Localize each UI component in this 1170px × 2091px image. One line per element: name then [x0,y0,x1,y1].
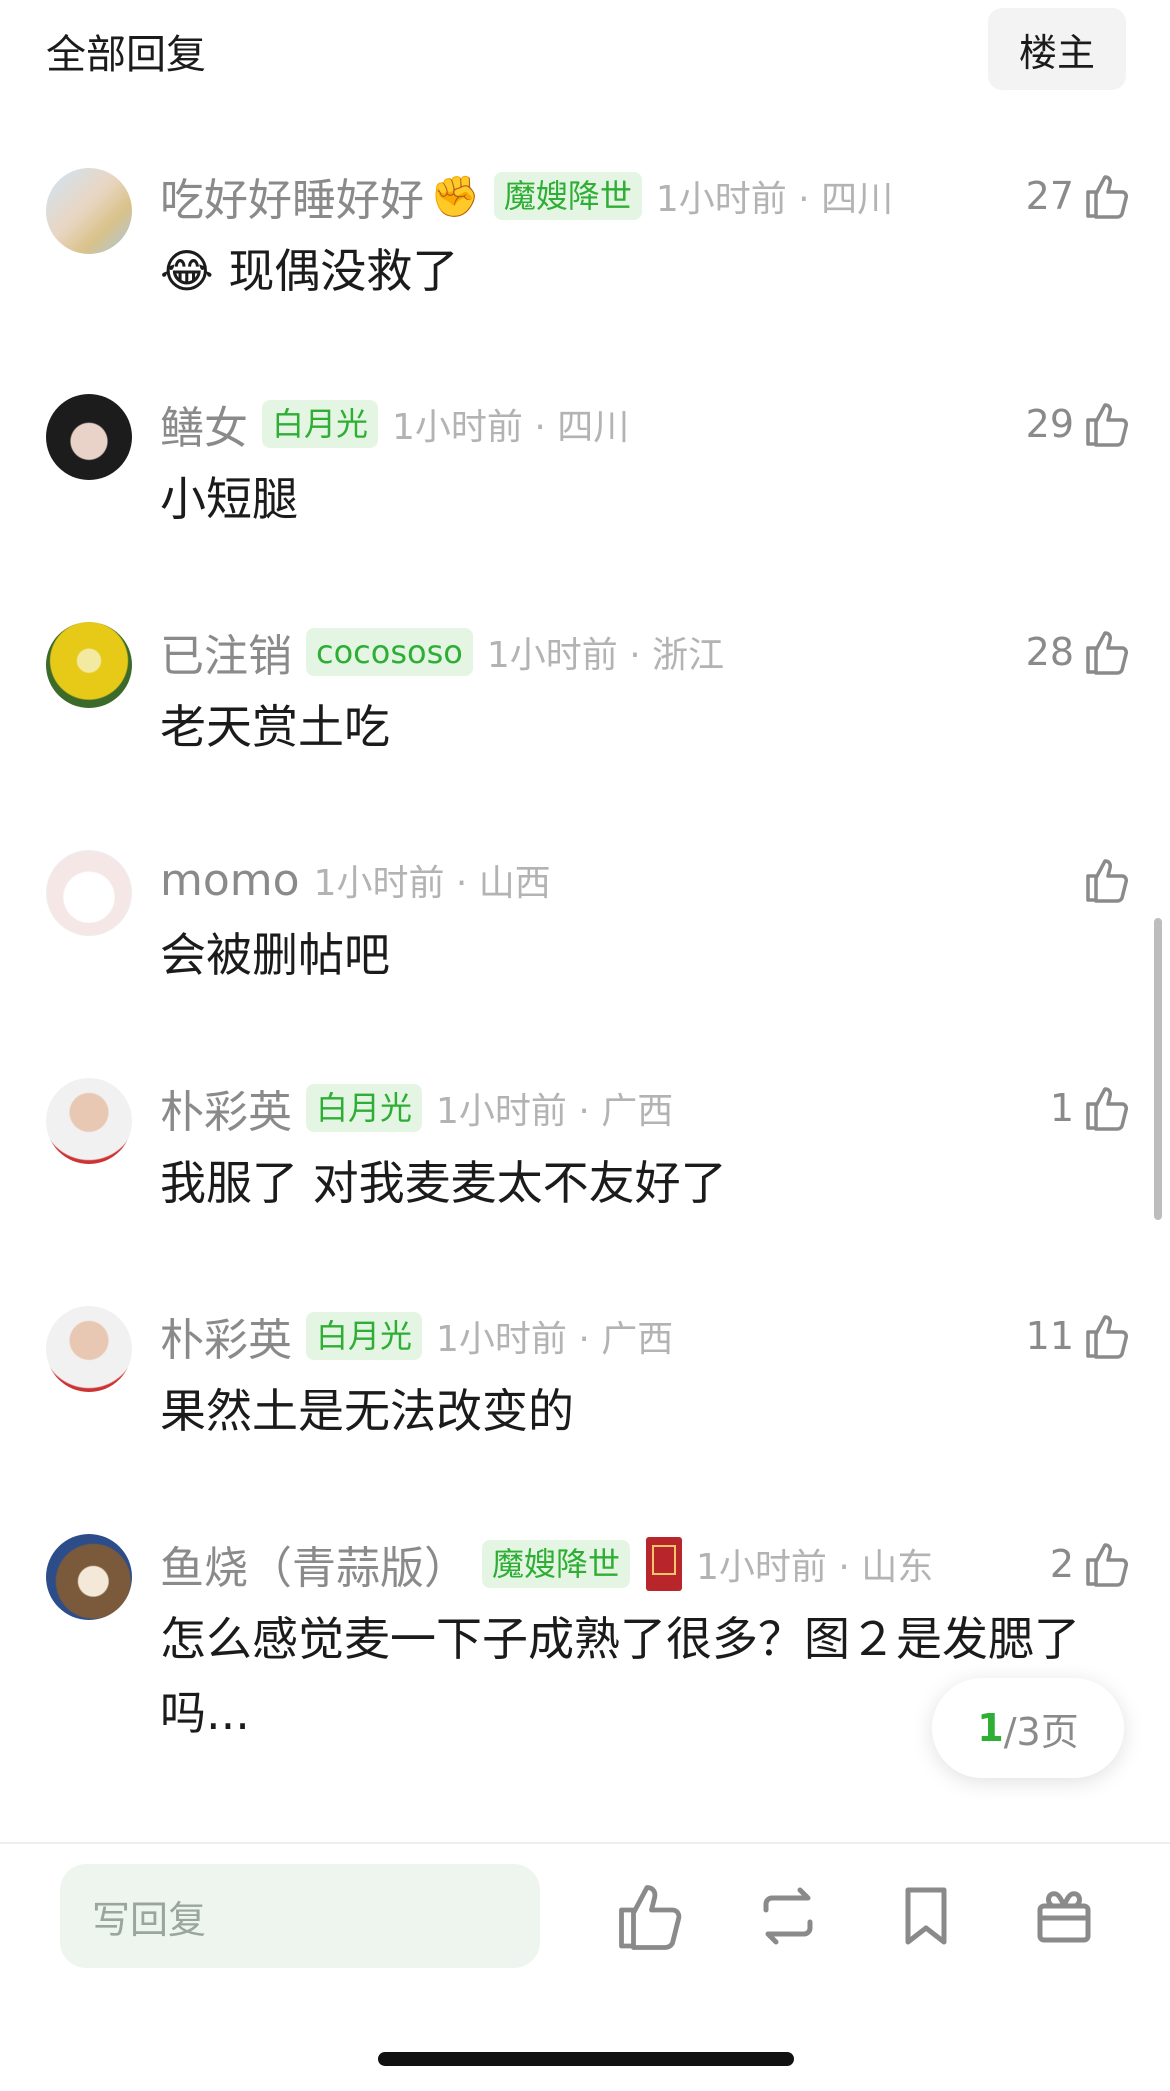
timestamp-location: 1小时前 · 四川 [392,407,630,448]
username[interactable]: 鳝女 [160,392,248,456]
header: 全部回复 楼主 [0,0,1170,110]
like-count: 27 [1025,174,1074,218]
comment-meta: momo 1小时前 · 山西 [160,850,551,910]
fan-badge: 白月光 [306,1084,423,1132]
fan-badge: cocososo [306,628,473,676]
comment-meta: 已注销 cocososo 1小时前 · 浙江 [160,622,724,682]
gift-icon[interactable] [1028,1880,1100,1952]
thumbs-up-icon [1084,1084,1130,1132]
repost-icon[interactable] [752,1880,824,1952]
thumbs-up-icon [1084,1312,1130,1360]
cartoon-sheep-avatar[interactable] [46,850,132,936]
username[interactable]: momo [160,855,300,906]
page-indicator[interactable]: 1/3页 [932,1678,1124,1778]
thumbs-up-icon [1084,172,1130,220]
reply-input[interactable]: 写回复 [60,1864,540,1968]
man-selfie-avatar[interactable] [46,1078,132,1164]
fan-badge: 白月光 [306,1312,423,1360]
like-button[interactable]: 2 [1050,1534,1130,1594]
comment-meta: 朴彩英 白月光 1小时前 · 广西 [160,1306,673,1366]
timestamp-location: 1小时前 · 山西 [313,863,551,904]
op-only-button[interactable]: 楼主 [988,8,1126,90]
username[interactable]: 已注销 [160,620,292,684]
bookmark-icon[interactable] [890,1880,962,1952]
current-page: 1 [977,1706,1004,1750]
like-count: 29 [1025,402,1074,446]
like-count: 11 [1025,1314,1074,1358]
comment-text: 我服了 对我麦麦太不友好了 [160,1156,727,1210]
like-button[interactable] [1084,850,1130,910]
comment-text: 老天赏土吃 [160,700,390,754]
like-button[interactable]: 28 [1026,622,1130,682]
fan-badge: 魔嫂降世 [482,1540,631,1588]
timestamp-location: 1小时前 · 浙江 [486,635,725,676]
group-photo-avatar[interactable] [46,168,132,254]
scrollbar[interactable] [1154,918,1162,1220]
timestamp-location: 1小时前 · 四川 [655,179,894,220]
like-button[interactable]: 27 [1026,166,1130,226]
timestamp-location: 1小时前 · 山东 [696,1547,934,1588]
username[interactable]: 朴彩英 [160,1076,292,1140]
comment-meta: 鳝女 白月光 1小时前 · 四川 [160,394,629,454]
thumbs-up-icon [1084,400,1130,448]
username[interactable]: 鱼烧（青蒜版） [160,1532,468,1596]
thumbs-up-icon [1084,856,1130,904]
thumbs-up-icon [1084,628,1130,676]
thumbs-up-icon[interactable] [614,1880,686,1952]
thumbs-up-icon [1084,1540,1130,1588]
girl-portrait-avatar[interactable] [46,394,132,480]
username[interactable]: 朴彩英 [160,1304,292,1368]
home-indicator [378,2052,794,2066]
man-selfie-avatar[interactable] [46,1306,132,1392]
username[interactable]: 吃好好睡好好 [160,164,424,228]
timestamp-location: 1小时前 · 广西 [436,1091,674,1132]
timestamp-location: 1小时前 · 广西 [436,1319,674,1360]
comment-text: 会被删帖吧 [160,928,390,982]
bottom-action-bar: 写回复 [0,1842,1170,2091]
comment-meta: 朴彩英 白月光 1小时前 · 广西 [160,1078,673,1138]
comment-meta: 鱼烧（青蒜版） 魔嫂降世 1小时前 · 山东 [160,1534,933,1594]
fist-emoji-icon: ✊ [430,173,480,220]
red-book-icon [646,1537,683,1591]
like-button[interactable]: 1 [1050,1078,1130,1138]
cat-photo-avatar[interactable] [46,1534,132,1620]
comment-text: 果然土是无法改变的 [160,1384,574,1438]
page-title: 全部回复 [46,32,206,78]
comment-text: 😂 现偶没救了 [160,244,459,298]
comment-text: 小短腿 [160,472,298,526]
like-button[interactable]: 11 [1026,1306,1130,1366]
like-count: 28 [1025,630,1074,674]
like-count: 1 [1049,1086,1074,1130]
comment-meta: 吃好好睡好好 ✊ 魔嫂降世 1小时前 · 四川 [160,166,893,226]
total-pages: /3页 [1003,1709,1079,1754]
fan-badge: 白月光 [262,400,379,448]
teletubby-avatar[interactable] [46,622,132,708]
like-button[interactable]: 29 [1026,394,1130,454]
like-count: 2 [1049,1542,1074,1586]
fan-badge: 魔嫂降世 [493,172,642,220]
